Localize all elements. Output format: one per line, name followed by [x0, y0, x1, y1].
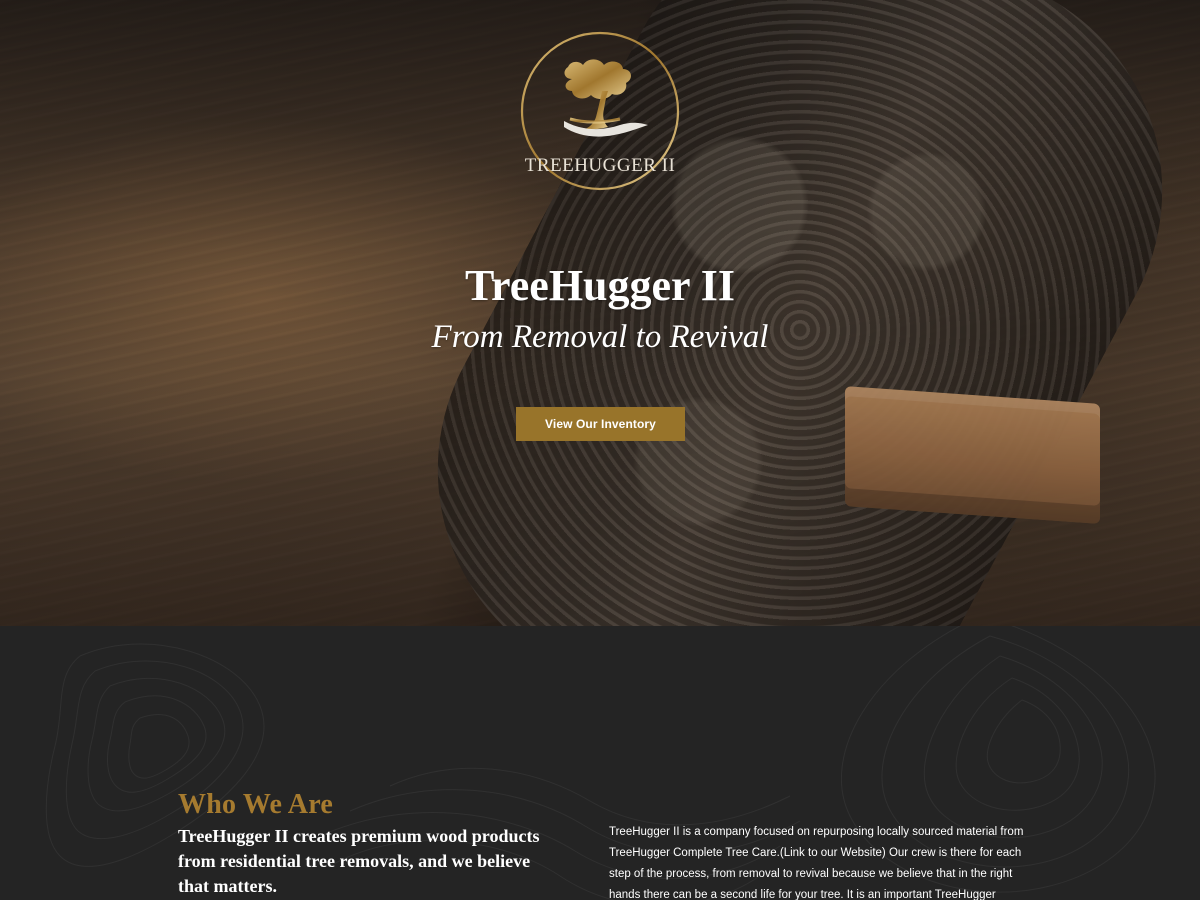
hero-subtitle: From Removal to Revival — [431, 319, 769, 355]
brand-logo[interactable]: TREEHUGGER II — [516, 27, 684, 195]
who-we-are-content: Who We Are TreeHugger II creates premium… — [0, 626, 1200, 900]
hero-content: TREEHUGGER II TreeHugger II From Removal… — [0, 0, 1200, 626]
who-we-are-section: Who We Are TreeHugger II creates premium… — [0, 626, 1200, 900]
who-we-are-body: TreeHugger II is a company focused on re… — [609, 826, 1024, 900]
who-we-are-lead: TreeHugger II creates premium wood produ… — [178, 826, 540, 896]
view-inventory-button[interactable]: View Our Inventory — [516, 407, 685, 441]
hero-title: TreeHugger II — [464, 261, 736, 310]
section-heading-who-we-are: Who We Are — [178, 789, 333, 821]
logo-wordmark: TREEHUGGER II — [524, 155, 676, 176]
hero-section: TREEHUGGER II TreeHugger II From Removal… — [0, 0, 1200, 626]
